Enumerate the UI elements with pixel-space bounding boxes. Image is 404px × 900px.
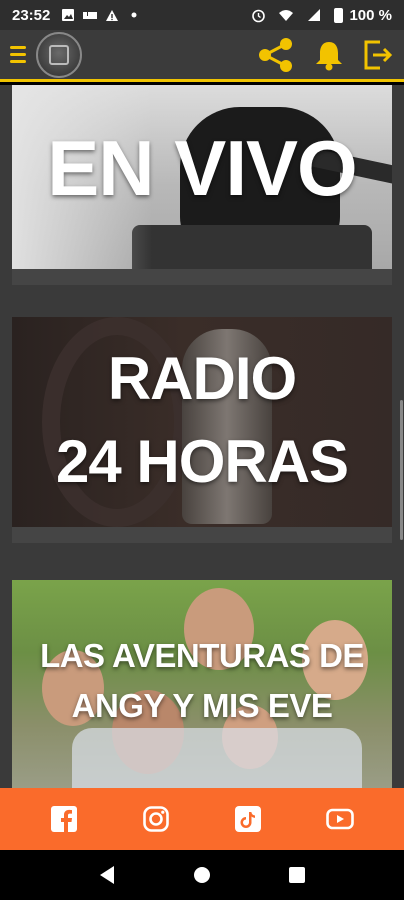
bell-icon[interactable] bbox=[314, 39, 344, 71]
social-bar bbox=[0, 788, 404, 850]
alarm-icon bbox=[250, 7, 266, 23]
bed-icon bbox=[82, 7, 98, 23]
signal-icon bbox=[306, 7, 322, 23]
recents-icon[interactable] bbox=[282, 860, 312, 890]
app-logo[interactable] bbox=[36, 31, 82, 78]
exit-icon[interactable] bbox=[362, 39, 394, 71]
card-en-vivo[interactable]: EN VIVO bbox=[12, 85, 392, 269]
mic-stand bbox=[132, 225, 372, 269]
card-subtitle: 24 HORAS bbox=[55, 428, 349, 495]
wifi-icon bbox=[278, 7, 294, 23]
youtube-icon[interactable] bbox=[326, 805, 354, 833]
card-divider bbox=[12, 527, 392, 543]
card-las-aventuras[interactable]: LAS AVENTURAS DE ANGY Y MIS EVE bbox=[12, 580, 392, 788]
app-bar bbox=[0, 30, 404, 82]
card-radio-24-horas[interactable]: RADIO 24 HORAS bbox=[12, 317, 392, 527]
card-title: LAS AVENTURAS DE bbox=[40, 637, 364, 674]
gallery-icon bbox=[60, 7, 76, 23]
system-nav-bar bbox=[0, 850, 404, 900]
back-icon[interactable] bbox=[92, 860, 122, 890]
content-list[interactable]: EN VIVO RADIO 24 HORAS LAS AVENTURAS DE … bbox=[0, 85, 404, 788]
kids-shirts bbox=[72, 728, 362, 788]
facebook-icon[interactable] bbox=[50, 805, 78, 833]
battery-icon bbox=[334, 7, 344, 23]
card-title: RADIO bbox=[107, 345, 297, 412]
battery-level: 100 % bbox=[349, 6, 392, 24]
instagram-icon[interactable] bbox=[142, 805, 170, 833]
card-title: EN VIVO bbox=[47, 124, 357, 212]
status-bar: 23:52 100 % bbox=[0, 0, 404, 30]
card-subtitle: ANGY Y MIS EVE bbox=[71, 687, 333, 724]
home-icon[interactable] bbox=[187, 860, 217, 890]
card-divider bbox=[12, 269, 392, 285]
tiktok-icon[interactable] bbox=[234, 805, 262, 833]
scrollbar[interactable] bbox=[400, 400, 403, 540]
menu-icon[interactable] bbox=[10, 46, 26, 63]
warning-icon bbox=[104, 7, 120, 23]
status-time: 23:52 bbox=[12, 6, 51, 24]
app-bar-actions bbox=[256, 36, 394, 74]
dot-icon bbox=[126, 7, 142, 23]
share-icon[interactable] bbox=[256, 36, 296, 74]
